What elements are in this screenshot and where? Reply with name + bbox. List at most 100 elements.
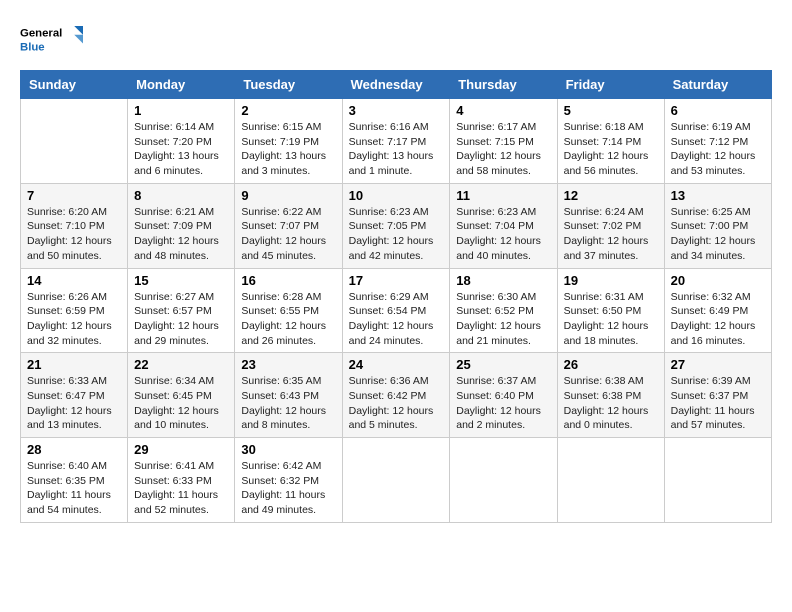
day-info: Sunrise: 6:41 AM Sunset: 6:33 PM Dayligh… bbox=[134, 459, 228, 518]
calendar-cell: 25 Sunrise: 6:37 AM Sunset: 6:40 PM Dayli… bbox=[450, 353, 557, 438]
calendar-cell: 2 Sunrise: 6:15 AM Sunset: 7:19 PM Daylig… bbox=[235, 99, 342, 184]
calendar-table: SundayMondayTuesdayWednesdayThursdayFrid… bbox=[20, 70, 772, 523]
day-header-saturday: Saturday bbox=[664, 71, 771, 99]
calendar-cell: 6 Sunrise: 6:19 AM Sunset: 7:12 PM Daylig… bbox=[664, 99, 771, 184]
day-number: 4 bbox=[456, 103, 550, 118]
calendar-cell: 30 Sunrise: 6:42 AM Sunset: 6:32 PM Dayli… bbox=[235, 438, 342, 523]
calendar-cell: 23Sunrise: 6:35 AM Sunset: 6:43 PM Dayli… bbox=[235, 353, 342, 438]
day-number: 28 bbox=[27, 442, 121, 457]
day-info: Sunrise: 6:36 AM Sunset: 6:42 PM Dayligh… bbox=[349, 374, 444, 433]
day-number: 30 bbox=[241, 442, 335, 457]
day-info: Sunrise: 6:34 AM Sunset: 6:45 PM Dayligh… bbox=[134, 374, 228, 433]
day-number: 12 bbox=[564, 188, 658, 203]
calendar-cell: 8Sunrise: 6:21 AM Sunset: 7:09 PM Daylig… bbox=[128, 183, 235, 268]
calendar-cell: 4 Sunrise: 6:17 AM Sunset: 7:15 PM Daylig… bbox=[450, 99, 557, 184]
day-info: Sunrise: 6:40 AM Sunset: 6:35 PM Dayligh… bbox=[27, 459, 121, 518]
calendar-cell: 11 Sunrise: 6:23 AM Sunset: 7:04 PM Dayli… bbox=[450, 183, 557, 268]
calendar-cell bbox=[342, 438, 450, 523]
day-number: 3 bbox=[349, 103, 444, 118]
day-number: 23 bbox=[241, 357, 335, 372]
calendar-cell: 27Sunrise: 6:39 AM Sunset: 6:37 PM Dayli… bbox=[664, 353, 771, 438]
day-info: Sunrise: 6:38 AM Sunset: 6:38 PM Dayligh… bbox=[564, 374, 658, 433]
day-info: Sunrise: 6:32 AM Sunset: 6:49 PM Dayligh… bbox=[671, 290, 765, 349]
day-info: Sunrise: 6:26 AM Sunset: 6:59 PM Dayligh… bbox=[27, 290, 121, 349]
day-header-sunday: Sunday bbox=[21, 71, 128, 99]
week-row-2: 7 Sunrise: 6:20 AM Sunset: 7:10 PM Daylig… bbox=[21, 183, 772, 268]
day-number: 16 bbox=[241, 273, 335, 288]
day-number: 14 bbox=[27, 273, 121, 288]
day-number: 7 bbox=[27, 188, 121, 203]
day-info: Sunrise: 6:23 AM Sunset: 7:05 PM Dayligh… bbox=[349, 205, 444, 264]
week-row-5: 28 Sunrise: 6:40 AM Sunset: 6:35 PM Dayli… bbox=[21, 438, 772, 523]
calendar-cell: 15 Sunrise: 6:27 AM Sunset: 6:57 PM Dayli… bbox=[128, 268, 235, 353]
header-row: SundayMondayTuesdayWednesdayThursdayFrid… bbox=[21, 71, 772, 99]
calendar-cell: 9Sunrise: 6:22 AM Sunset: 7:07 PM Daylig… bbox=[235, 183, 342, 268]
logo: General Blue bbox=[20, 20, 90, 60]
day-number: 18 bbox=[456, 273, 550, 288]
day-header-friday: Friday bbox=[557, 71, 664, 99]
day-number: 9 bbox=[241, 188, 335, 203]
day-info: Sunrise: 6:18 AM Sunset: 7:14 PM Dayligh… bbox=[564, 120, 658, 179]
calendar-cell: 29 Sunrise: 6:41 AM Sunset: 6:33 PM Dayli… bbox=[128, 438, 235, 523]
calendar-cell: 22Sunrise: 6:34 AM Sunset: 6:45 PM Dayli… bbox=[128, 353, 235, 438]
logo-svg: General Blue bbox=[20, 20, 90, 60]
day-number: 29 bbox=[134, 442, 228, 457]
calendar-cell bbox=[21, 99, 128, 184]
day-number: 21 bbox=[27, 357, 121, 372]
day-number: 13 bbox=[671, 188, 765, 203]
day-header-tuesday: Tuesday bbox=[235, 71, 342, 99]
day-info: Sunrise: 6:30 AM Sunset: 6:52 PM Dayligh… bbox=[456, 290, 550, 349]
calendar-cell: 13 Sunrise: 6:25 AM Sunset: 7:00 PM Dayli… bbox=[664, 183, 771, 268]
day-number: 8 bbox=[134, 188, 228, 203]
day-number: 6 bbox=[671, 103, 765, 118]
day-info: Sunrise: 6:33 AM Sunset: 6:47 PM Dayligh… bbox=[27, 374, 121, 433]
day-number: 1 bbox=[134, 103, 228, 118]
day-info: Sunrise: 6:42 AM Sunset: 6:32 PM Dayligh… bbox=[241, 459, 335, 518]
day-info: Sunrise: 6:15 AM Sunset: 7:19 PM Dayligh… bbox=[241, 120, 335, 179]
calendar-cell: 14 Sunrise: 6:26 AM Sunset: 6:59 PM Dayli… bbox=[21, 268, 128, 353]
day-info: Sunrise: 6:19 AM Sunset: 7:12 PM Dayligh… bbox=[671, 120, 765, 179]
calendar-cell: 10Sunrise: 6:23 AM Sunset: 7:05 PM Dayli… bbox=[342, 183, 450, 268]
svg-text:General: General bbox=[20, 28, 62, 40]
day-info: Sunrise: 6:24 AM Sunset: 7:02 PM Dayligh… bbox=[564, 205, 658, 264]
calendar-cell bbox=[664, 438, 771, 523]
calendar-cell: 28 Sunrise: 6:40 AM Sunset: 6:35 PM Dayli… bbox=[21, 438, 128, 523]
calendar-cell: 18 Sunrise: 6:30 AM Sunset: 6:52 PM Dayli… bbox=[450, 268, 557, 353]
day-info: Sunrise: 6:25 AM Sunset: 7:00 PM Dayligh… bbox=[671, 205, 765, 264]
day-number: 20 bbox=[671, 273, 765, 288]
calendar-cell: 20 Sunrise: 6:32 AM Sunset: 6:49 PM Dayli… bbox=[664, 268, 771, 353]
day-number: 26 bbox=[564, 357, 658, 372]
day-number: 19 bbox=[564, 273, 658, 288]
day-info: Sunrise: 6:16 AM Sunset: 7:17 PM Dayligh… bbox=[349, 120, 444, 179]
day-info: Sunrise: 6:17 AM Sunset: 7:15 PM Dayligh… bbox=[456, 120, 550, 179]
day-header-monday: Monday bbox=[128, 71, 235, 99]
calendar-cell: 21 Sunrise: 6:33 AM Sunset: 6:47 PM Dayli… bbox=[21, 353, 128, 438]
day-info: Sunrise: 6:37 AM Sunset: 6:40 PM Dayligh… bbox=[456, 374, 550, 433]
day-info: Sunrise: 6:20 AM Sunset: 7:10 PM Dayligh… bbox=[27, 205, 121, 264]
day-number: 24 bbox=[349, 357, 444, 372]
day-info: Sunrise: 6:27 AM Sunset: 6:57 PM Dayligh… bbox=[134, 290, 228, 349]
week-row-1: 1 Sunrise: 6:14 AM Sunset: 7:20 PM Daylig… bbox=[21, 99, 772, 184]
calendar-cell bbox=[557, 438, 664, 523]
calendar-cell: 5 Sunrise: 6:18 AM Sunset: 7:14 PM Daylig… bbox=[557, 99, 664, 184]
day-info: Sunrise: 6:14 AM Sunset: 7:20 PM Dayligh… bbox=[134, 120, 228, 179]
day-info: Sunrise: 6:31 AM Sunset: 6:50 PM Dayligh… bbox=[564, 290, 658, 349]
day-info: Sunrise: 6:39 AM Sunset: 6:37 PM Dayligh… bbox=[671, 374, 765, 433]
calendar-cell: 26 Sunrise: 6:38 AM Sunset: 6:38 PM Dayli… bbox=[557, 353, 664, 438]
calendar-cell: 1 Sunrise: 6:14 AM Sunset: 7:20 PM Daylig… bbox=[128, 99, 235, 184]
calendar-cell: 17Sunrise: 6:29 AM Sunset: 6:54 PM Dayli… bbox=[342, 268, 450, 353]
day-number: 15 bbox=[134, 273, 228, 288]
day-header-thursday: Thursday bbox=[450, 71, 557, 99]
svg-text:Blue: Blue bbox=[20, 42, 45, 54]
calendar-cell: 3 Sunrise: 6:16 AM Sunset: 7:17 PM Daylig… bbox=[342, 99, 450, 184]
calendar-cell: 7 Sunrise: 6:20 AM Sunset: 7:10 PM Daylig… bbox=[21, 183, 128, 268]
day-info: Sunrise: 6:23 AM Sunset: 7:04 PM Dayligh… bbox=[456, 205, 550, 264]
day-number: 11 bbox=[456, 188, 550, 203]
page-header: General Blue bbox=[20, 20, 772, 60]
day-header-wednesday: Wednesday bbox=[342, 71, 450, 99]
day-number: 2 bbox=[241, 103, 335, 118]
day-number: 25 bbox=[456, 357, 550, 372]
day-info: Sunrise: 6:29 AM Sunset: 6:54 PM Dayligh… bbox=[349, 290, 444, 349]
calendar-cell: 19 Sunrise: 6:31 AM Sunset: 6:50 PM Dayli… bbox=[557, 268, 664, 353]
day-number: 5 bbox=[564, 103, 658, 118]
